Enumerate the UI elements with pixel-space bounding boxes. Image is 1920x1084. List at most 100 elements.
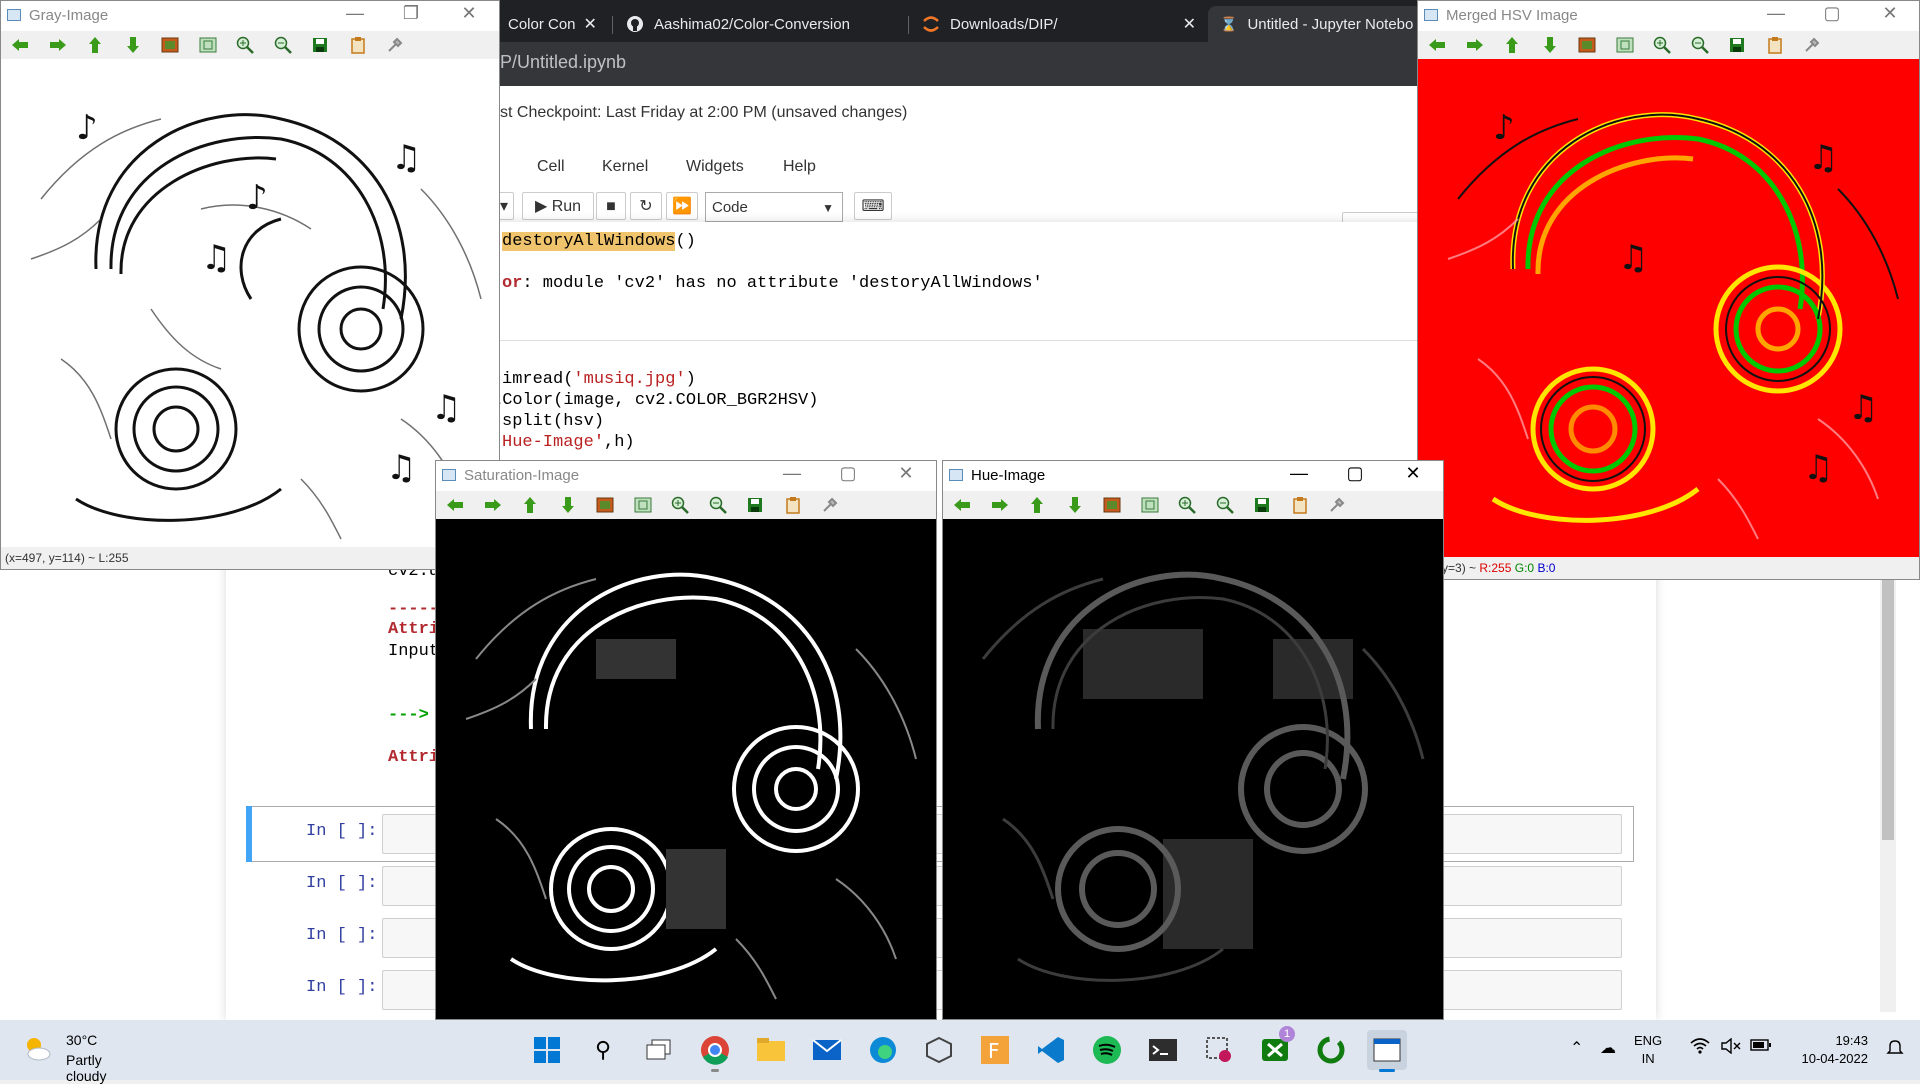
tab-github[interactable]: Aashima02/Color-Conversion xyxy=(614,6,906,42)
taskbar-snipping-tool[interactable] xyxy=(1199,1030,1239,1070)
minimize-icon[interactable]: — xyxy=(1756,3,1796,24)
restore-icon[interactable]: ▢ xyxy=(1812,3,1852,24)
zoom-out-icon[interactable] xyxy=(709,496,727,514)
menu-help[interactable]: Help xyxy=(783,158,816,176)
battery-icon[interactable] xyxy=(1750,1038,1772,1057)
url-text[interactable]: P/Untitled.ipynb xyxy=(500,52,626,73)
gray-image-window[interactable]: Gray-Image — ❐ ✕ ♪ ♫ ♫ ♪ ♫ ♫ (x=497, y=1… xyxy=(0,0,500,570)
zoom-original-icon[interactable] xyxy=(1578,36,1596,54)
tab-downloads[interactable]: Downloads/DIP/ ✕ xyxy=(910,6,1208,42)
pan-down-icon[interactable] xyxy=(124,36,142,54)
taskbar-vscode[interactable] xyxy=(1031,1030,1071,1070)
tab-color-conversion[interactable]: Color Con ✕ xyxy=(496,6,608,42)
tab-close-icon[interactable]: ✕ xyxy=(576,14,597,34)
zoom-out-icon[interactable] xyxy=(1691,36,1709,54)
window-titlebar[interactable]: Gray-Image — ❐ ✕ xyxy=(1,1,499,31)
pan-right-icon[interactable] xyxy=(1466,36,1484,54)
task-view-button[interactable] xyxy=(639,1030,679,1070)
cell-type-select[interactable]: Code ▼ xyxy=(705,192,843,222)
taskbar-xbox[interactable]: 1 xyxy=(1255,1026,1295,1070)
tab-close-icon[interactable]: ✕ xyxy=(1175,14,1196,34)
save-icon[interactable] xyxy=(1253,496,1271,514)
command-palette-button[interactable]: ⌨ xyxy=(854,192,892,220)
taskbar-opencv-window[interactable] xyxy=(1367,1030,1407,1072)
zoom-fit-icon[interactable] xyxy=(1141,496,1159,514)
properties-icon[interactable] xyxy=(386,36,404,54)
copy-icon[interactable] xyxy=(784,496,802,514)
pan-left-icon[interactable] xyxy=(1428,36,1446,54)
pan-left-icon[interactable] xyxy=(953,496,971,514)
taskbar-file-explorer[interactable] xyxy=(751,1030,791,1070)
pan-up-icon[interactable] xyxy=(1503,36,1521,54)
code-line[interactable]: imread('musiq.jpg') xyxy=(502,370,696,389)
menu-kernel[interactable]: Kernel xyxy=(602,158,648,176)
zoom-fit-icon[interactable] xyxy=(199,36,217,54)
wifi-icon[interactable] xyxy=(1690,1038,1710,1059)
taskbar-spotify[interactable] xyxy=(1087,1030,1127,1070)
merged-hsv-canvas[interactable]: ♪ ♫ ♫ ♫ ♫ xyxy=(1418,59,1920,557)
zoom-original-icon[interactable] xyxy=(1103,496,1121,514)
code-line[interactable]: tColor(image, cv2.COLOR_BGR2HSV) xyxy=(492,391,818,410)
search-button[interactable]: ⚲ xyxy=(583,1030,623,1070)
save-icon[interactable] xyxy=(311,36,329,54)
zoom-out-icon[interactable] xyxy=(274,36,292,54)
copy-icon[interactable] xyxy=(1766,36,1784,54)
pan-up-icon[interactable] xyxy=(86,36,104,54)
zoom-in-icon[interactable] xyxy=(671,496,689,514)
taskbar-loader-app[interactable] xyxy=(1311,1030,1351,1070)
pan-up-icon[interactable] xyxy=(521,496,539,514)
zoom-out-icon[interactable] xyxy=(1216,496,1234,514)
close-icon[interactable]: ✕ xyxy=(1393,463,1433,484)
minimize-icon[interactable]: — xyxy=(1279,463,1319,484)
properties-icon[interactable] xyxy=(1803,36,1821,54)
properties-icon[interactable] xyxy=(821,496,839,514)
zoom-fit-icon[interactable] xyxy=(1616,36,1634,54)
clock[interactable]: 19:43 10-04-2022 xyxy=(1774,1032,1869,1068)
zoom-fit-icon[interactable] xyxy=(634,496,652,514)
language-indicator[interactable]: ENG IN xyxy=(1634,1032,1662,1068)
copy-icon[interactable] xyxy=(1291,496,1309,514)
code-line[interactable]: destoryAllWindows() xyxy=(502,232,696,251)
restart-run-all-button[interactable]: ⏩ xyxy=(666,192,698,220)
taskbar-mail[interactable] xyxy=(807,1030,847,1070)
pan-left-icon[interactable] xyxy=(11,36,29,54)
window-titlebar[interactable]: Saturation-Image — ▢ ✕ xyxy=(436,461,936,491)
saturation-image-canvas[interactable] xyxy=(436,519,937,1020)
zoom-original-icon[interactable] xyxy=(161,36,179,54)
restart-button[interactable]: ↻ xyxy=(630,192,662,220)
hue-image-window[interactable]: Hue-Image — ▢ ✕ xyxy=(942,460,1444,1020)
zoom-in-icon[interactable] xyxy=(236,36,254,54)
merged-hsv-window[interactable]: Merged HSV Image — ▢ ✕ ♪ ♫ ♫ ♫ ♫ 19, y=3… xyxy=(1417,0,1920,580)
code-line[interactable]: split(hsv) xyxy=(502,412,604,431)
start-button[interactable] xyxy=(527,1030,567,1070)
maximize-icon[interactable]: ▢ xyxy=(828,463,868,484)
hue-image-canvas[interactable] xyxy=(943,519,1444,1020)
restore-icon[interactable]: ❐ xyxy=(391,3,431,24)
gray-image-canvas[interactable]: ♪ ♫ ♫ ♪ ♫ ♫ xyxy=(1,59,500,549)
pan-down-icon[interactable] xyxy=(1066,496,1084,514)
save-icon[interactable] xyxy=(746,496,764,514)
notification-bell-icon[interactable] xyxy=(1886,1038,1904,1061)
code-line[interactable]: Hue-Image',h) xyxy=(502,433,635,452)
window-titlebar[interactable]: Hue-Image — ▢ ✕ xyxy=(943,461,1443,491)
pan-left-icon[interactable] xyxy=(446,496,464,514)
run-button[interactable]: ▶ Run xyxy=(522,192,594,220)
taskbar-unity[interactable] xyxy=(919,1030,959,1070)
zoom-in-icon[interactable] xyxy=(1653,36,1671,54)
copy-icon[interactable] xyxy=(349,36,367,54)
pan-right-icon[interactable] xyxy=(49,36,67,54)
zoom-original-icon[interactable] xyxy=(596,496,614,514)
menu-widgets[interactable]: Widgets xyxy=(686,158,744,176)
taskbar-flowchart[interactable]: F xyxy=(975,1030,1015,1070)
taskbar-chrome[interactable] xyxy=(695,1030,735,1072)
minimize-icon[interactable]: — xyxy=(335,3,375,24)
pan-down-icon[interactable] xyxy=(559,496,577,514)
menu-cell[interactable]: Cell xyxy=(537,158,565,176)
maximize-icon[interactable]: ▢ xyxy=(1335,463,1375,484)
pan-down-icon[interactable] xyxy=(1541,36,1559,54)
save-icon[interactable] xyxy=(1728,36,1746,54)
close-icon[interactable]: ✕ xyxy=(886,463,926,484)
properties-icon[interactable] xyxy=(1328,496,1346,514)
saturation-image-window[interactable]: Saturation-Image — ▢ ✕ xyxy=(435,460,937,1020)
chevron-up-icon[interactable]: ⌃ xyxy=(1570,1038,1583,1058)
